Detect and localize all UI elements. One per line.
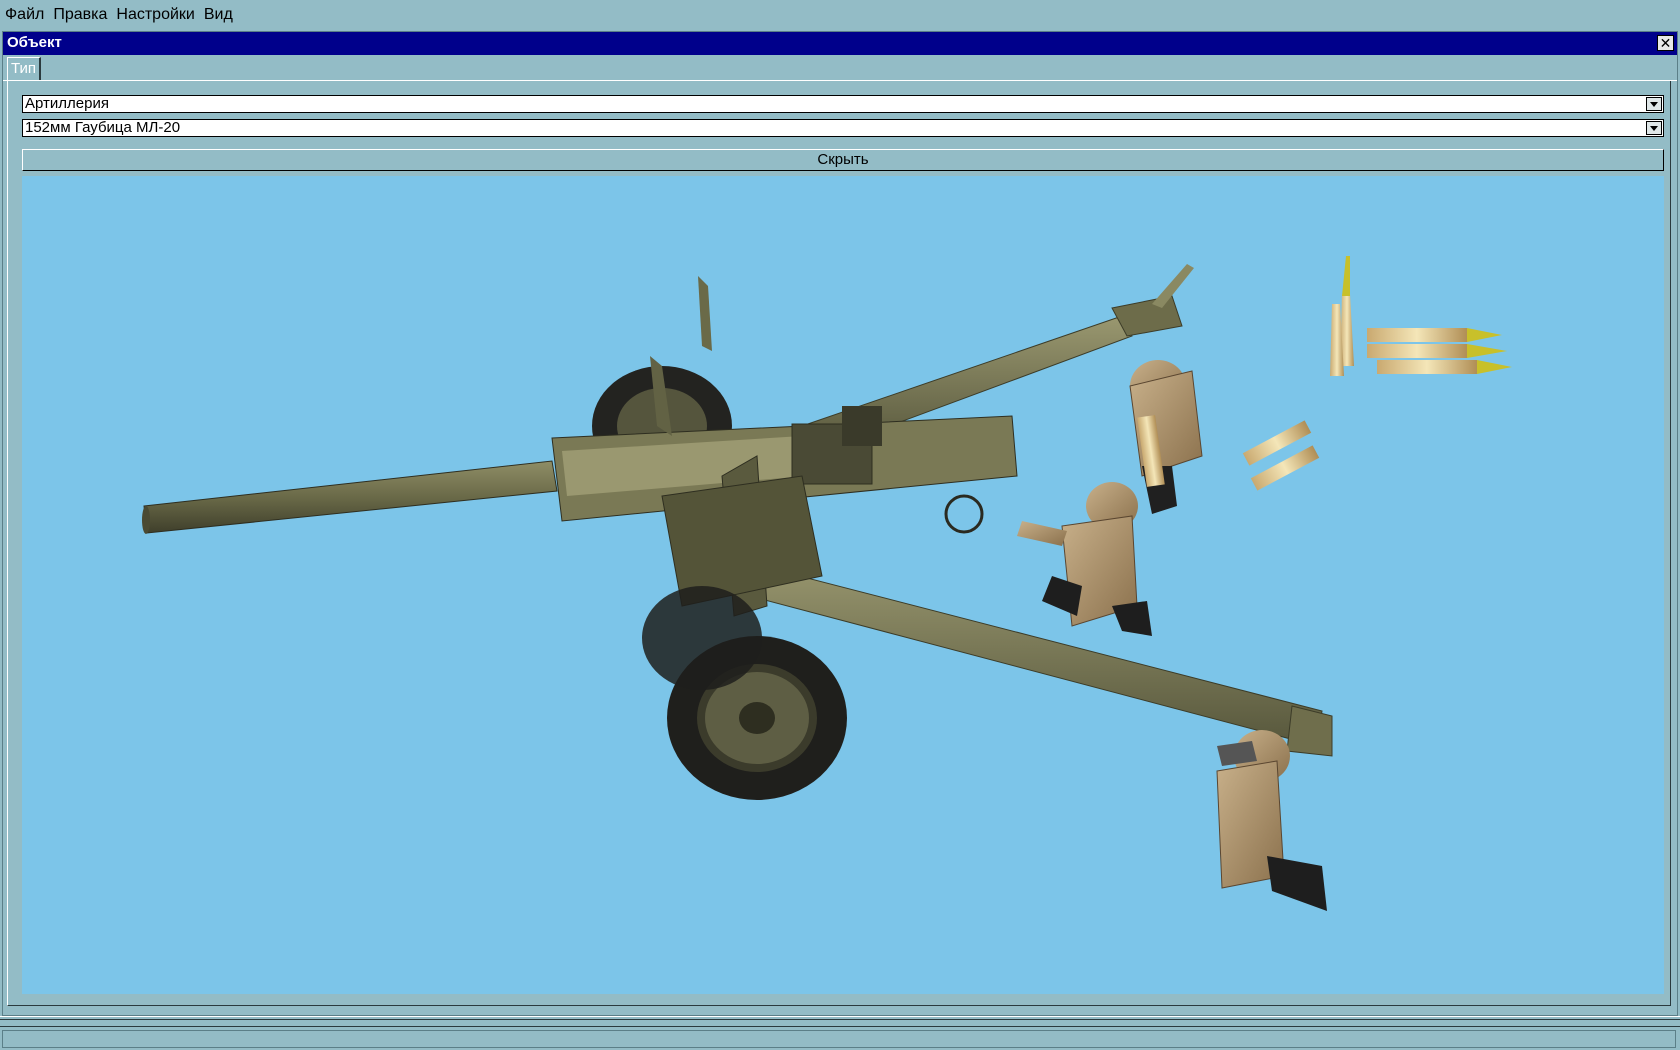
type-panel: Артиллерия 152мм Гаубица МЛ-20 Скрыть — [7, 81, 1671, 1006]
sight-part — [944, 494, 984, 534]
chevron-down-icon — [1650, 126, 1658, 131]
close-button[interactable]: ✕ — [1657, 35, 1674, 51]
object-window: Объект ✕ Тип Артиллерия 152мм Гаубица МЛ… — [2, 31, 1678, 1016]
hide-button[interactable]: Скрыть — [22, 149, 1664, 171]
model-select[interactable]: 152мм Гаубица МЛ-20 — [22, 119, 1664, 137]
model-select-value: 152мм Гаубица МЛ-20 — [25, 119, 181, 136]
howitzer-model-render — [142, 256, 1512, 911]
soldier-kneeling — [1017, 482, 1152, 636]
menu-view[interactable]: Вид — [199, 1, 237, 29]
app-root: Файл Правка Настройки Вид Объект ✕ Тип А… — [0, 0, 1680, 1050]
tab-strip: Тип — [3, 56, 1677, 81]
tab-type-label: Тип — [11, 60, 37, 77]
window-titlebar[interactable]: Объект ✕ — [3, 32, 1677, 55]
3d-viewport[interactable] — [22, 176, 1664, 994]
shells-loose — [1242, 420, 1320, 491]
category-select[interactable]: Артиллерия — [22, 95, 1664, 113]
window-bottom-divider — [0, 1016, 1680, 1020]
category-select-value: Артиллерия — [25, 95, 109, 112]
close-icon: ✕ — [1659, 35, 1672, 51]
menu-edit[interactable]: Правка — [48, 1, 111, 29]
shells-stack — [1367, 328, 1512, 374]
status-bar — [0, 1026, 1680, 1050]
menu-file[interactable]: Файл — [0, 1, 48, 29]
soldier-rear — [1216, 730, 1327, 911]
menu-bar: Файл Правка Настройки Вид — [0, 0, 1680, 30]
near-wheel — [642, 586, 847, 800]
window-title: Объект — [7, 34, 62, 51]
category-dropdown-button[interactable] — [1646, 97, 1662, 111]
tab-type[interactable]: Тип — [7, 57, 42, 80]
shells-upright — [1330, 256, 1354, 376]
soldier-loader — [1129, 360, 1203, 514]
chevron-down-icon — [1650, 102, 1658, 107]
model-dropdown-button[interactable] — [1646, 121, 1662, 135]
barrel — [142, 460, 558, 534]
menu-settings[interactable]: Настройки — [111, 1, 198, 29]
status-bar-field — [2, 1030, 1676, 1048]
